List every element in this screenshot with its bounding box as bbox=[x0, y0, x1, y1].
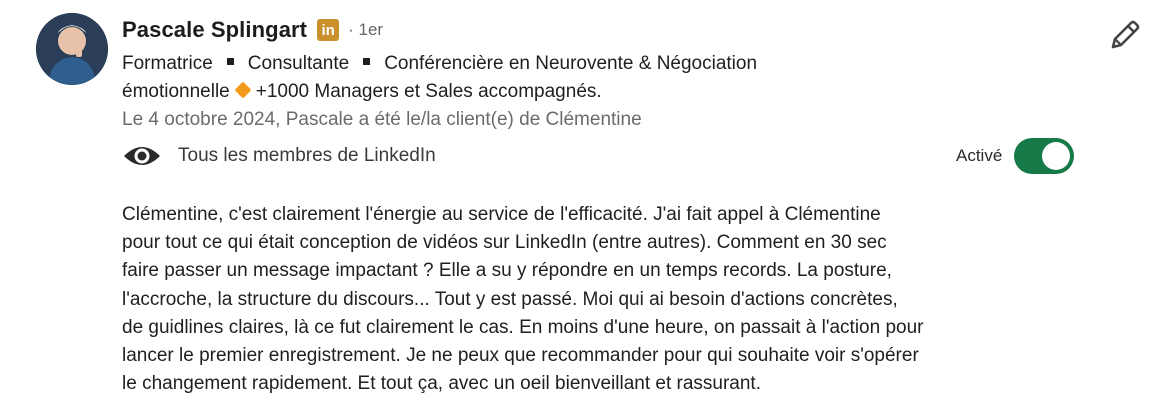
linkedin-premium-icon: in bbox=[317, 19, 340, 41]
relationship-info: Le 4 octobre 2024, Pascale a été le/la c… bbox=[122, 109, 642, 130]
toggle-label: Activé bbox=[956, 146, 1003, 165]
profile-headline: Formatrice Consultante Conférencière en Ne… bbox=[122, 50, 882, 106]
headline-part-5: +1000 Managers et Sales accompagnés. bbox=[255, 81, 602, 102]
edit-button[interactable] bbox=[1106, 16, 1144, 54]
visibility-setting[interactable]: Tous les membres de LinkedIn bbox=[122, 140, 436, 172]
headline-part-4: émotionnelle bbox=[122, 81, 230, 102]
avatar-image bbox=[36, 13, 108, 85]
recommendation-text: Clémentine, c'est clairement l'énergie a… bbox=[122, 204, 924, 395]
display-toggle-area: Activé bbox=[956, 138, 1075, 174]
toggle-knob bbox=[1042, 142, 1071, 170]
avatar[interactable] bbox=[36, 13, 108, 85]
headline-part-2: Consultante bbox=[247, 53, 350, 74]
bullet-square-icon bbox=[226, 58, 234, 66]
connection-degree: · 1er bbox=[348, 20, 384, 39]
bullet-square-icon bbox=[363, 58, 371, 66]
recommendation-card: Pascale Splingart in · 1er Formatrice Con… bbox=[0, 0, 1162, 406]
orange-diamond-icon bbox=[234, 81, 252, 99]
profile-name[interactable]: Pascale Splingart bbox=[122, 17, 307, 43]
pencil-icon bbox=[1111, 20, 1140, 49]
visibility-label: Tous les membres de LinkedIn bbox=[178, 145, 436, 166]
headline-part-1: Formatrice bbox=[122, 53, 213, 74]
display-toggle[interactable] bbox=[1014, 138, 1075, 174]
headline-part-3: Conférencière en Neurovente & Négociatio… bbox=[384, 53, 758, 74]
profile-header: Pascale Splingart in · 1er Formatrice Con… bbox=[122, 14, 902, 134]
name-row: Pascale Splingart in · 1er bbox=[122, 14, 902, 46]
eye-icon bbox=[124, 147, 160, 165]
